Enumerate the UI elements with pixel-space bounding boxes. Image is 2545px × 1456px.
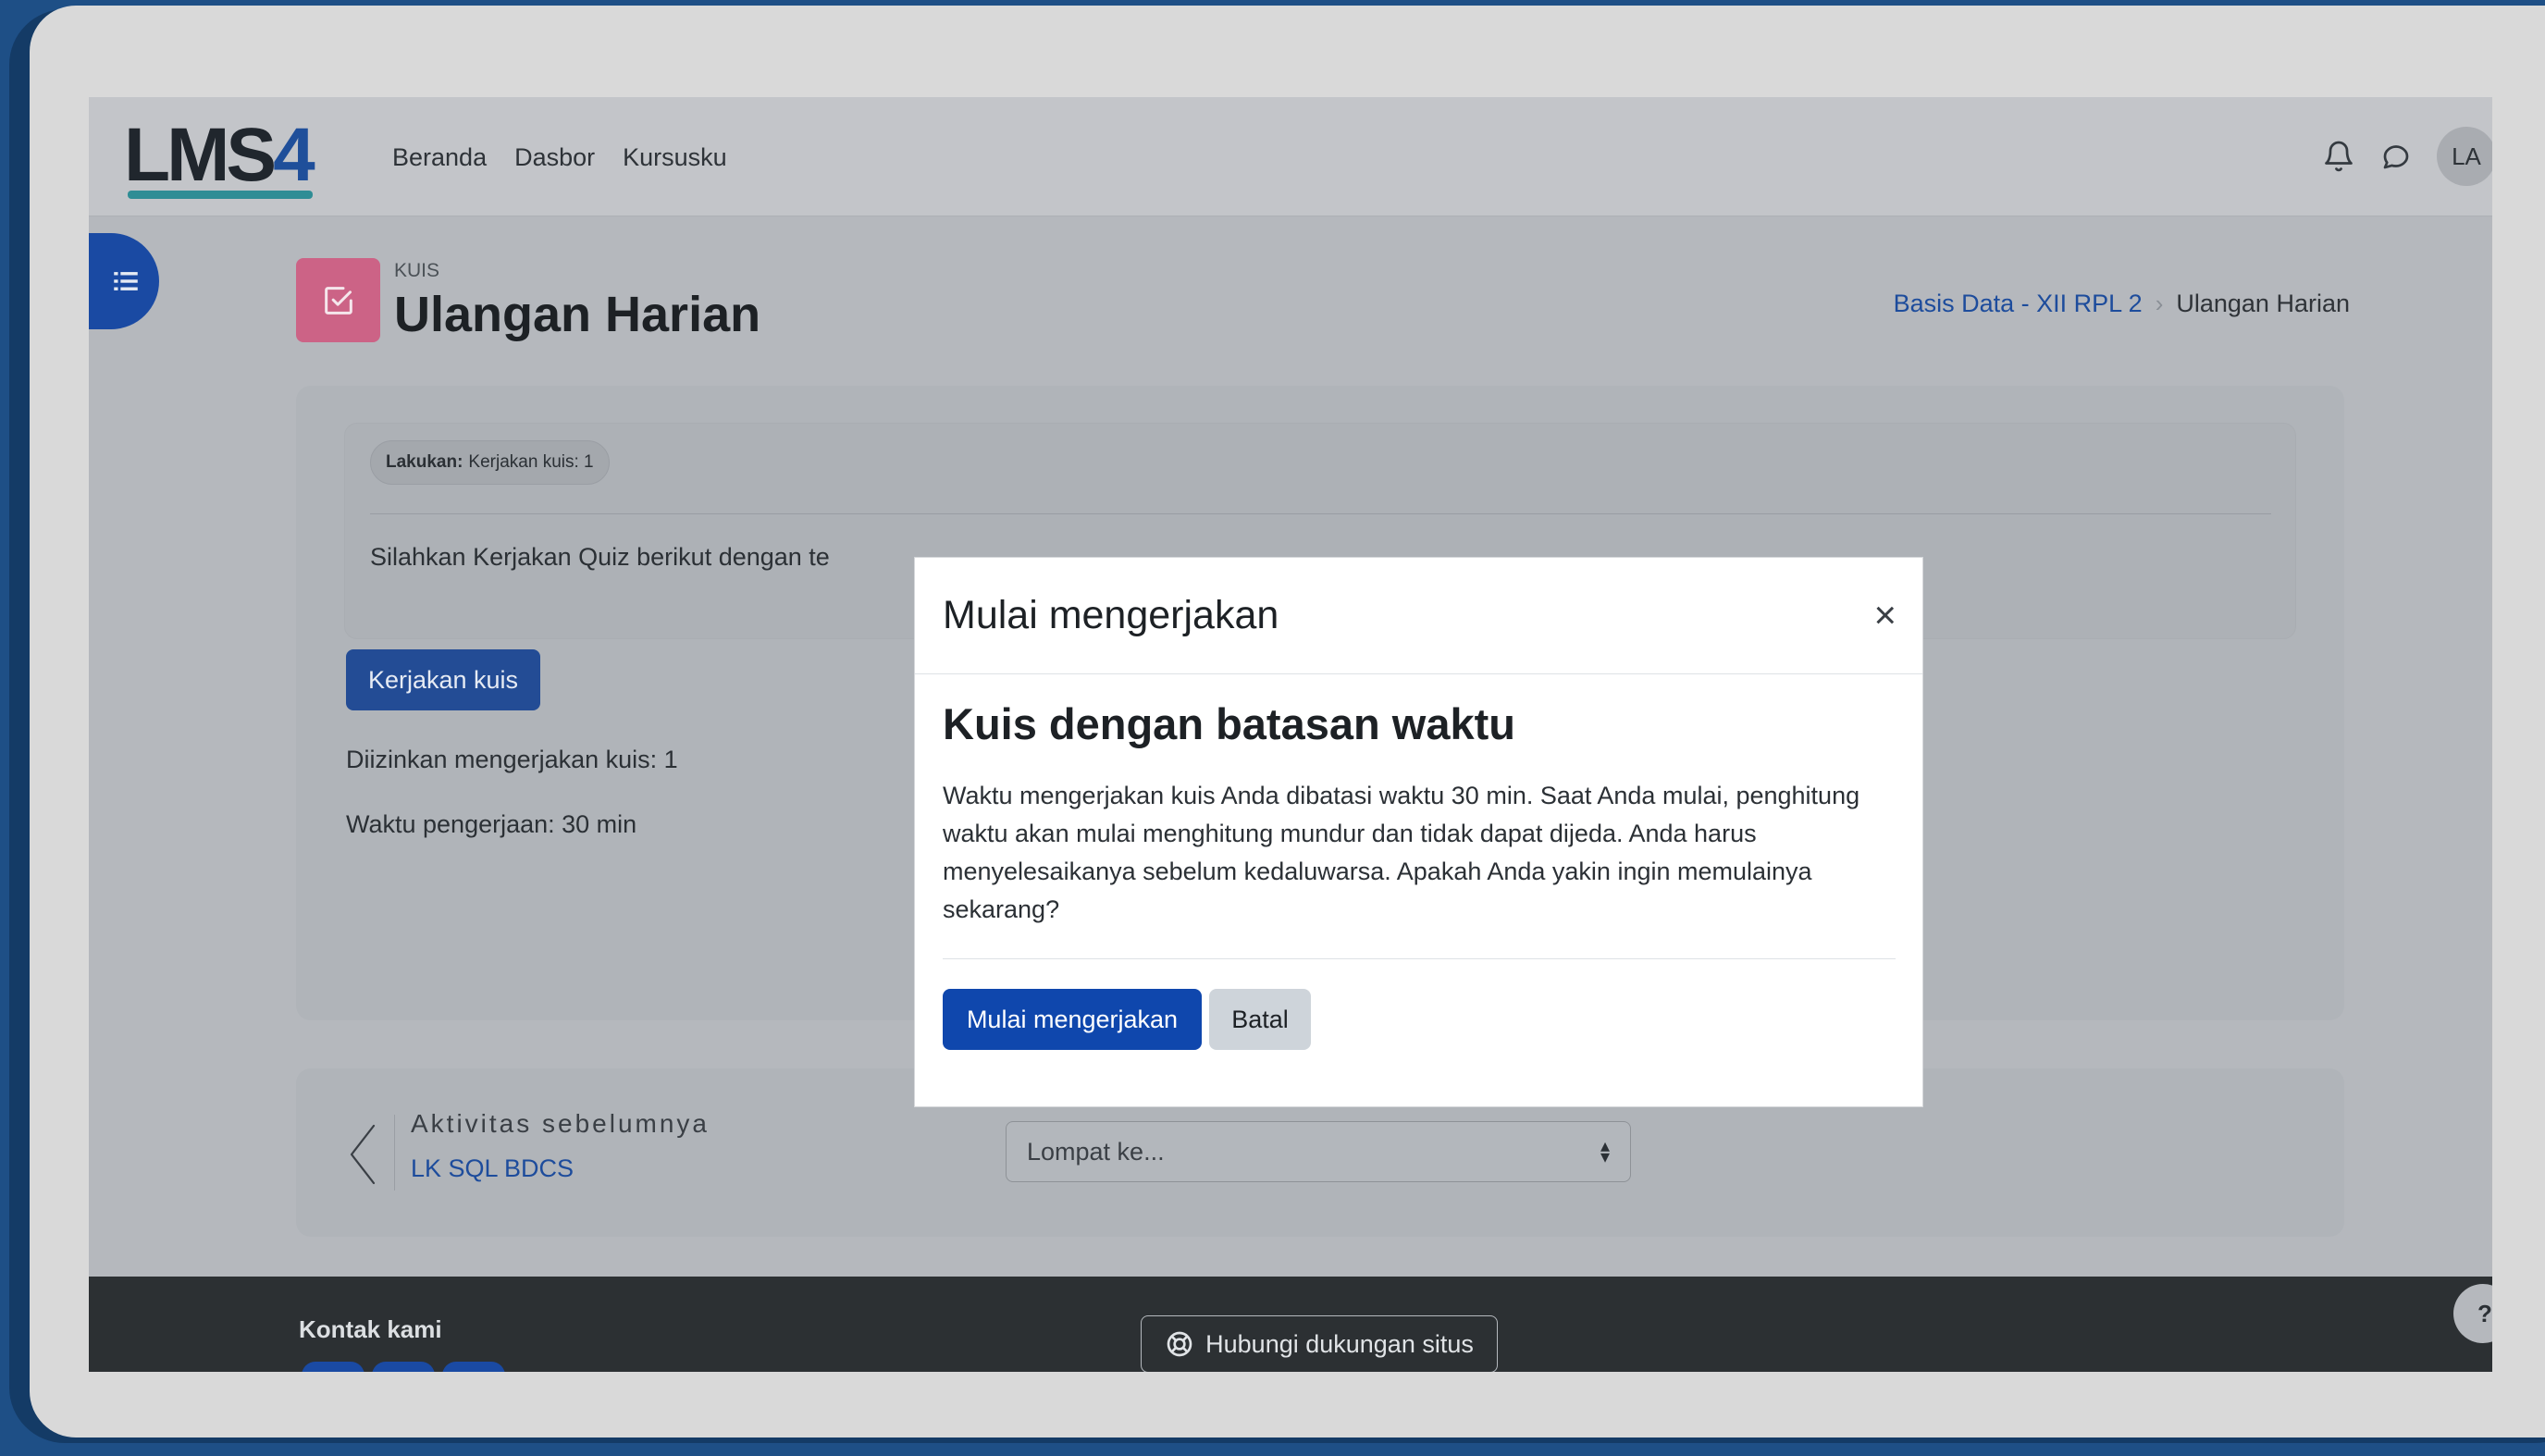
jump-to-select[interactable]: Lompat ke... ▴ ▾ — [1006, 1121, 1631, 1182]
page-title: Ulangan Harian — [394, 287, 761, 342]
top-navbar: LMS4 Beranda Dasbor Kursusku LA — [89, 97, 2492, 216]
contact-support-button[interactable]: Hubungi dukungan situs — [1141, 1315, 1498, 1372]
start-attempt-modal: Mulai mengerjakan × Kuis dengan batasan … — [914, 557, 1923, 1107]
quiz-activity-icon — [296, 258, 380, 342]
intro-description: Silahkan Kerjakan Quiz berikut dengan te — [370, 543, 830, 571]
prev-divider — [394, 1115, 395, 1191]
contact-title: Kontak kami — [299, 1315, 442, 1343]
social-link[interactable] — [372, 1362, 435, 1372]
nav-link-beranda[interactable]: Beranda — [392, 143, 487, 172]
jump-to-value: Lompat ke... — [1027, 1137, 1165, 1166]
intro-divider — [370, 513, 2271, 514]
list-icon — [114, 272, 138, 290]
bell-icon[interactable] — [2322, 140, 2355, 173]
logo-underline — [128, 191, 313, 199]
attempt-quiz-button[interactable]: Kerjakan kuis — [346, 649, 540, 710]
site-logo[interactable]: LMS4 — [124, 113, 337, 199]
social-link[interactable] — [302, 1362, 364, 1372]
modal-heading: Kuis dengan batasan waktu — [943, 699, 1515, 748]
breadcrumb-course-link[interactable]: Basis Data - XII RPL 2 — [1894, 290, 2143, 318]
breadcrumb-separator-icon: › — [2155, 290, 2164, 317]
support-button-label: Hubungi dukungan situs — [1205, 1329, 1474, 1358]
attempts-allowed-text: Diizinkan mengerjakan kuis: 1 — [346, 746, 678, 773]
checkbox-icon — [324, 286, 352, 315]
social-link[interactable] — [442, 1362, 505, 1372]
modal-header: Mulai mengerjakan × — [915, 558, 1922, 674]
activity-type-label: KUIS — [394, 260, 440, 281]
chevron-left-icon[interactable] — [346, 1122, 377, 1187]
user-nav: LA — [2322, 127, 2492, 186]
modal-body-text: Waktu mengerjakan kuis Anda dibatasi wak… — [943, 782, 1860, 923]
page-footer: Kontak kami Hubungi dukungan situs ? — [89, 1277, 2492, 1372]
start-attempt-button[interactable]: Mulai mengerjakan — [943, 989, 1202, 1050]
completion-requirement-badge: Lakukan: Kerjakan kuis: 1 — [370, 440, 610, 485]
page-header: KUIS Ulangan Harian Basis Data - XII RPL… — [296, 256, 2350, 349]
lifebuoy-icon — [1167, 1331, 1192, 1357]
cancel-button[interactable]: Batal — [1209, 989, 1311, 1050]
nav-link-dasbor[interactable]: Dasbor — [514, 143, 595, 172]
browser-viewport: LMS4 Beranda Dasbor Kursusku LA KUIS Ula… — [89, 97, 2492, 1372]
time-limit-text: Waktu pengerjaan: 30 min — [346, 810, 637, 838]
primary-nav: Beranda Dasbor Kursusku — [392, 143, 727, 172]
modal-divider — [943, 958, 1896, 959]
logo-text: LMS4 — [124, 113, 315, 197]
breadcrumb: Basis Data - XII RPL 2 › Ulangan Harian — [1894, 290, 2350, 318]
previous-activity-label: Aktivitas sebelumnya — [411, 1109, 710, 1138]
chat-icon[interactable] — [2379, 140, 2413, 173]
course-index-toggle[interactable] — [89, 233, 159, 329]
social-links — [302, 1362, 505, 1372]
breadcrumb-current: Ulangan Harian — [2176, 290, 2350, 317]
user-avatar[interactable]: LA — [2437, 127, 2492, 186]
nav-link-kursusku[interactable]: Kursusku — [623, 143, 727, 172]
select-arrows-icon: ▴ ▾ — [1600, 1136, 1610, 1167]
close-icon[interactable]: × — [1873, 595, 1896, 635]
completion-label: Lakukan: — [386, 452, 463, 472]
help-button[interactable]: ? — [2453, 1284, 2492, 1343]
previous-activity-link[interactable]: LK SQL BDCS — [411, 1154, 574, 1183]
completion-value: Kerjakan kuis: 1 — [468, 452, 594, 472]
modal-title: Mulai mengerjakan — [943, 593, 1279, 637]
